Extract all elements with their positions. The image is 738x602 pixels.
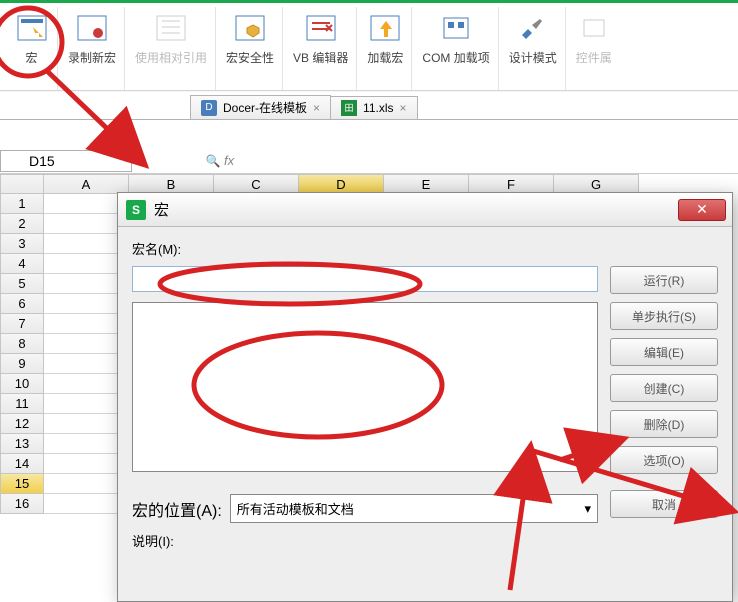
wps-s-icon: S [126,200,146,220]
name-box[interactable]: D15 [0,150,132,172]
row-header[interactable]: 2 [0,214,44,234]
location-label: 宏的位置(A): [132,497,222,521]
ribbon-label: 宏安全性 [226,49,274,66]
tab-close-icon[interactable]: × [313,101,320,115]
ribbon-label: 设计模式 [509,49,557,66]
row-header[interactable]: 14 [0,454,44,474]
delete-button[interactable]: 删除(D) [610,410,718,438]
dialog-title: 宏 [154,199,169,220]
controls-icon [577,11,611,45]
ribbon-relative[interactable]: 使用相对引用 [127,7,216,90]
col-header[interactable]: A [44,174,129,194]
ribbon-com[interactable]: COM 加载项 [414,7,498,90]
location-value: 所有活动模板和文档 [237,499,354,518]
row-header[interactable]: 7 [0,314,44,334]
edit-button[interactable]: 编辑(E) [610,338,718,366]
col-header[interactable]: F [469,174,554,194]
macro-name-input[interactable] [132,266,598,292]
ribbon-toolbar: 宏 录制新宏 使用相对引用 宏安全性 VB 编辑器 加载宏 COM 加载项 设计… [0,0,738,90]
tab-docer[interactable]: D Docer-在线模板 × [190,95,331,119]
create-button[interactable]: 创建(C) [610,374,718,402]
col-header[interactable]: D [299,174,384,194]
desc-label: 说明(I): [132,531,598,550]
row-header[interactable]: 15 [0,474,44,494]
ribbon-label: VB 编辑器 [293,49,348,66]
ribbon-controls[interactable]: 控件属 [568,7,620,90]
row-header[interactable]: 8 [0,334,44,354]
ribbon-label: COM 加载项 [422,49,489,66]
row-header[interactable]: 5 [0,274,44,294]
chevron-down-icon: ▾ [584,501,591,517]
design-icon [516,11,550,45]
ribbon-vb[interactable]: VB 编辑器 [285,7,357,90]
record-icon [75,11,109,45]
ribbon-addin[interactable]: 加载宏 [359,7,412,90]
macro-icon [15,11,49,45]
ribbon-label: 使用相对引用 [135,49,207,66]
location-combo[interactable]: 所有活动模板和文档 ▾ [230,494,598,523]
macro-name-label: 宏名(M): [132,239,598,258]
tab-close-icon[interactable]: × [400,101,407,115]
col-header[interactable]: B [129,174,214,194]
docer-icon: D [201,100,217,116]
dialog-titlebar[interactable]: S 宏 ✕ [118,193,732,227]
row-header[interactable]: 12 [0,414,44,434]
fx-search-icon[interactable]: 🔍 [202,154,224,168]
security-icon [233,11,267,45]
row-header[interactable]: 1 [0,194,44,214]
formula-bar: D15 🔍 fx [0,148,738,174]
ribbon-label: 宏 [25,49,37,66]
tab-label: 11.xls [363,101,393,115]
row-header[interactable]: 13 [0,434,44,454]
col-header[interactable]: E [384,174,469,194]
col-header[interactable]: C [214,174,299,194]
options-button[interactable]: 选项(O) [610,446,718,474]
ribbon-macro[interactable]: 宏 [6,7,58,90]
step-button[interactable]: 单步执行(S) [610,302,718,330]
ribbon-label: 加载宏 [367,49,403,66]
close-button[interactable]: ✕ [678,199,726,221]
ribbon-design[interactable]: 设计模式 [501,7,566,90]
tab-file[interactable]: 田 11.xls × [330,96,417,119]
macro-dialog: S 宏 ✕ 宏名(M): 运行(R) 单步执行(S) 编辑(E) 创建(C) 删… [117,192,733,602]
row-header[interactable]: 4 [0,254,44,274]
row-header[interactable]: 16 [0,494,44,514]
select-all-corner[interactable] [0,174,44,194]
row-header[interactable]: 11 [0,394,44,414]
com-icon [439,11,473,45]
col-header[interactable]: G [554,174,639,194]
ribbon-record[interactable]: 录制新宏 [60,7,125,90]
addin-icon [368,11,402,45]
fx-label[interactable]: fx [224,153,234,168]
macro-list[interactable] [132,302,598,472]
quick-access-toolbar: ▾ 📄 💾 🖨 🔍 ↶ ↷ D Docer-在线模板 × 田 11.xls × [0,90,738,120]
row-header[interactable]: 3 [0,234,44,254]
ribbon-label: 录制新宏 [68,49,116,66]
xls-icon: 田 [341,100,357,116]
run-button[interactable]: 运行(R) [610,266,718,294]
row-header[interactable]: 6 [0,294,44,314]
tab-label: Docer-在线模板 [223,99,307,116]
ribbon-security[interactable]: 宏安全性 [218,7,283,90]
cancel-button[interactable]: 取消 [610,490,718,518]
ribbon-label: 控件属 [576,49,612,66]
vb-icon [304,11,338,45]
row-header[interactable]: 10 [0,374,44,394]
relative-icon [154,11,188,45]
row-header[interactable]: 9 [0,354,44,374]
